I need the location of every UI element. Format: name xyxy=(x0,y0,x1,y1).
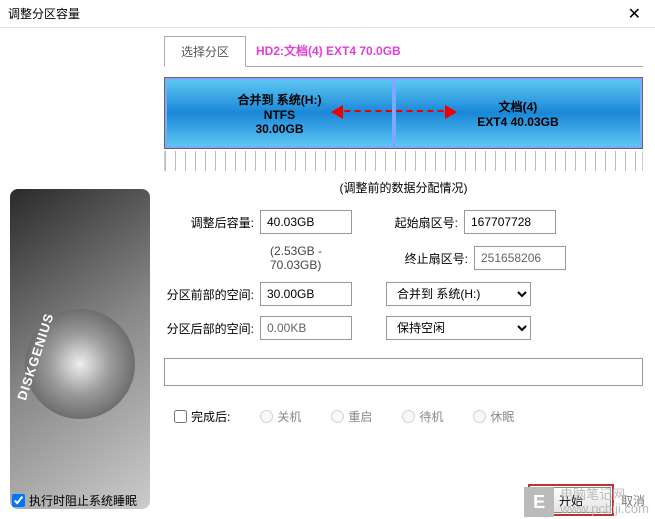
radio-hibernate xyxy=(473,410,486,423)
partition-segment-target[interactable]: 文档(4) EXT4 40.03GB xyxy=(394,78,642,148)
main-panel: 选择分区 HD2:文档(4) EXT4 70.0GB 合并到 系统(H:) NT… xyxy=(160,28,655,519)
start-sector-input[interactable] xyxy=(464,210,556,234)
after-action-row: 完成后: 关机 重启 待机 休眠 xyxy=(164,408,643,445)
tab-select-partition[interactable]: 选择分区 xyxy=(164,36,246,67)
ruler-ticks xyxy=(164,151,643,171)
radio-shutdown xyxy=(260,410,273,423)
brand-label: DISKGENIUS xyxy=(14,311,56,402)
after-action-checkbox[interactable] xyxy=(174,410,187,423)
sidebar: DISKGENIUS xyxy=(0,28,160,519)
watermark: E 电脑笔记网 www.pcbiji.com xyxy=(524,487,649,517)
radio-reboot xyxy=(331,410,344,423)
after-size-label: 调整后容量: xyxy=(164,214,254,231)
titlebar: 调整分区容量 ✕ xyxy=(0,0,655,28)
start-sector-label: 起始扇区号: xyxy=(386,214,458,231)
before-space-input[interactable] xyxy=(260,282,352,306)
close-icon[interactable]: ✕ xyxy=(622,4,647,24)
seg-b-name: 文档(4) xyxy=(499,98,538,115)
prevent-sleep-checkbox[interactable] xyxy=(12,494,25,507)
seg-a-fs: NTFS xyxy=(264,108,295,122)
prevent-sleep-label: 执行时阻止系统睡眠 xyxy=(29,492,137,509)
window-title: 调整分区容量 xyxy=(8,5,622,22)
seg-b-fs: EXT4 40.03GB xyxy=(477,115,558,129)
end-sector-label: 终止扇区号: xyxy=(396,250,468,267)
selected-partition-label: HD2:文档(4) EXT4 70.0GB xyxy=(246,36,643,66)
disk-illustration: DISKGENIUS xyxy=(10,189,150,509)
radio-standby xyxy=(402,410,415,423)
resize-arrow-icon xyxy=(334,110,454,112)
seg-a-name: 合并到 系统(H:) xyxy=(237,91,321,108)
seg-a-size: 30.00GB xyxy=(255,122,303,136)
caption-label: (调整前的数据分配情况) xyxy=(164,179,643,196)
before-space-target-select[interactable]: 合并到 系统(H:) xyxy=(386,282,531,306)
end-sector-input xyxy=(474,246,566,270)
size-range-hint: (2.53GB - 70.03GB) xyxy=(270,244,362,272)
after-action-label: 完成后: xyxy=(191,408,230,425)
after-size-input[interactable] xyxy=(260,210,352,234)
watermark-line1: 电脑笔记网 xyxy=(560,488,649,502)
progress-bar xyxy=(164,358,643,386)
after-space-input xyxy=(260,316,352,340)
partition-segment-merge[interactable]: 合并到 系统(H:) NTFS 30.00GB xyxy=(165,78,394,148)
after-space-target-select[interactable]: 保持空闲 xyxy=(386,316,531,340)
partition-bar[interactable]: 合并到 系统(H:) NTFS 30.00GB 文档(4) EXT4 40.03… xyxy=(164,77,643,149)
after-space-label: 分区后部的空间: xyxy=(164,320,254,337)
watermark-line2: www.pcbiji.com xyxy=(560,502,649,516)
before-space-label: 分区前部的空间: xyxy=(164,286,254,303)
tab-strip: 选择分区 HD2:文档(4) EXT4 70.0GB xyxy=(164,36,643,67)
watermark-logo-icon: E xyxy=(524,487,554,517)
